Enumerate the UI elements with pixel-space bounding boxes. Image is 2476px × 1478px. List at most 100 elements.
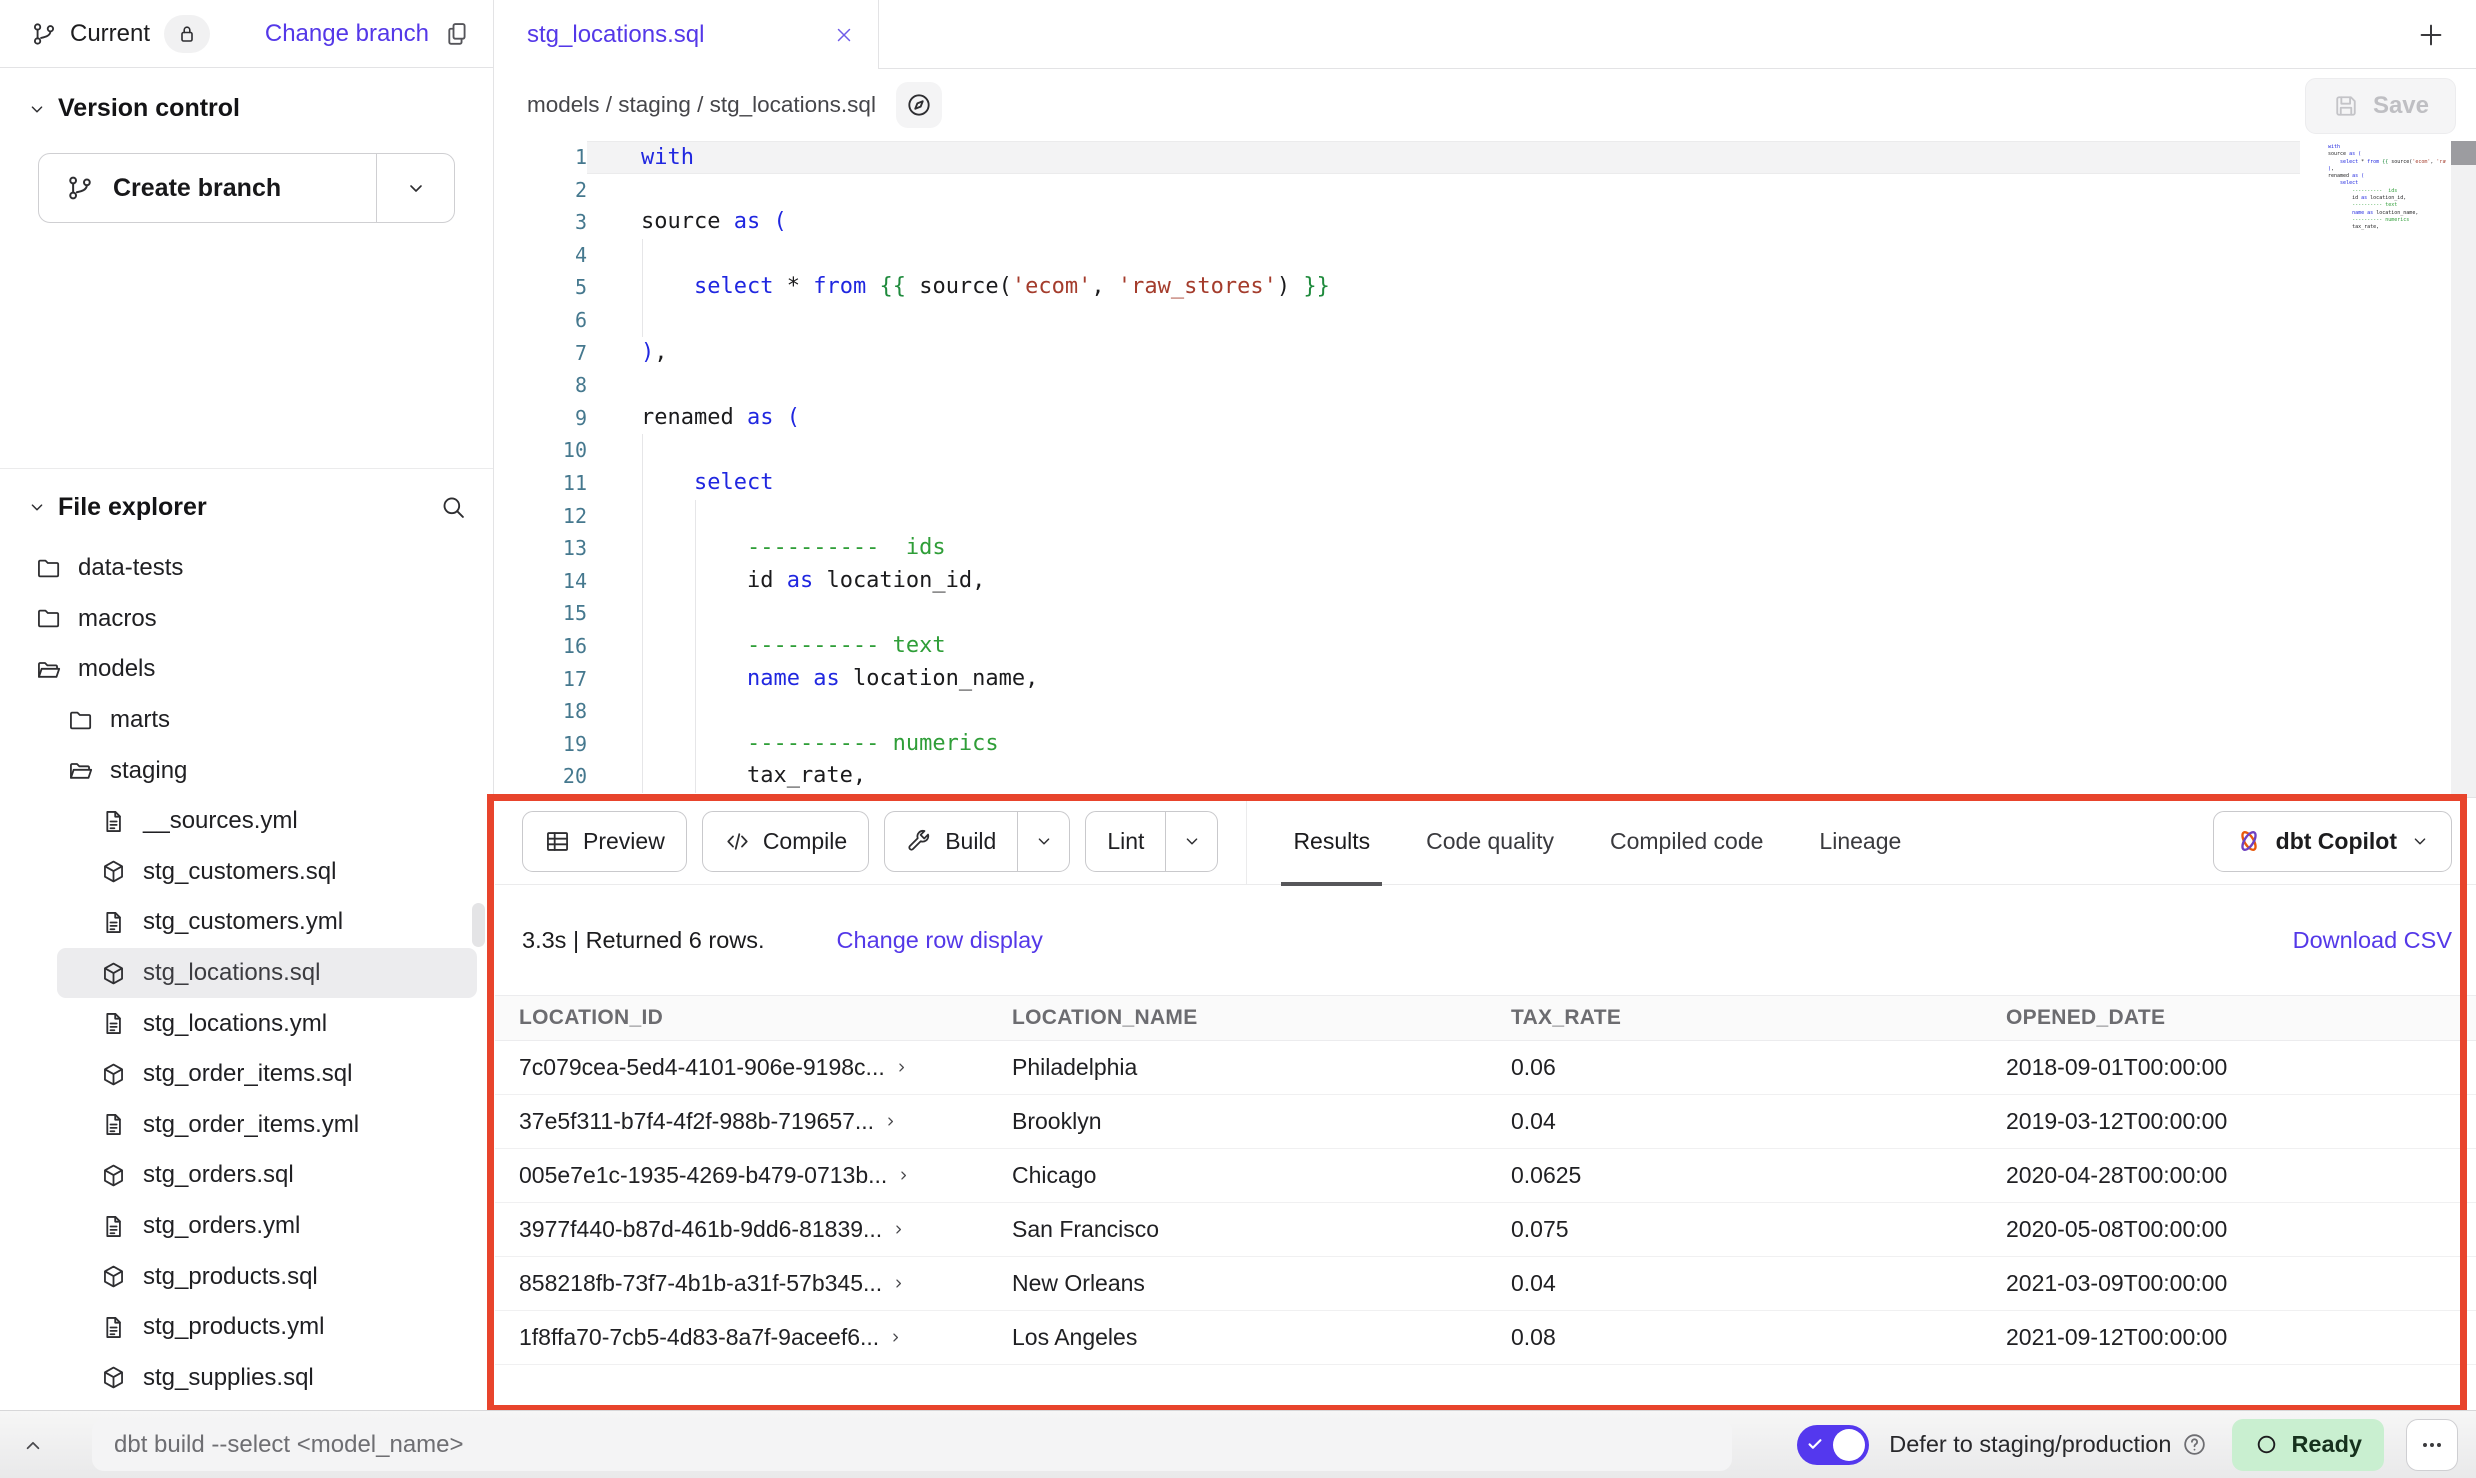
panel-tab-compiled-code[interactable]: Compiled code bbox=[1610, 798, 1763, 885]
new-tab-button[interactable] bbox=[2412, 16, 2450, 54]
code-line-4: 4 bbox=[495, 239, 2476, 272]
ready-status-badge[interactable]: Ready bbox=[2232, 1419, 2384, 1471]
file-tree-item-stg-orders-sql[interactable]: stg_orders.sql bbox=[0, 1150, 489, 1201]
compile-button[interactable]: Compile bbox=[702, 811, 869, 872]
file-name: stg_products.sql bbox=[143, 1263, 318, 1291]
save-button[interactable]: Save bbox=[2305, 78, 2456, 134]
tab-stg-locations-sql[interactable]: stg_locations.sql bbox=[495, 0, 879, 69]
create-branch-button[interactable]: Create branch bbox=[38, 153, 455, 223]
create-branch-dropdown[interactable] bbox=[376, 154, 454, 222]
code-line-10: 10 bbox=[495, 434, 2476, 467]
minimap-line: select bbox=[2328, 180, 2446, 187]
code-text bbox=[587, 597, 2300, 630]
file-tree-item-stg-order-items-yml[interactable]: stg_order_items.yml bbox=[0, 1100, 489, 1151]
git-branch-icon bbox=[65, 173, 95, 203]
cell-opened-date: 2020-05-08T00:00:00 bbox=[1982, 1216, 2476, 1243]
code-text: ---------- numerics bbox=[587, 728, 2300, 761]
panel-tab-lineage[interactable]: Lineage bbox=[1819, 798, 1901, 885]
sidebar: Current Change branch Version control Cr… bbox=[0, 0, 494, 1410]
table-row[interactable]: 1f8ffa70-7cb5-4d83-8a7f-9aceef6...Los An… bbox=[495, 1311, 2476, 1365]
close-icon[interactable] bbox=[832, 23, 856, 47]
code-lines: 1with23source as (45 select * from {{ so… bbox=[495, 141, 2476, 797]
file-tree-item-stg-order-items-sql[interactable]: stg_order_items.sql bbox=[0, 1049, 489, 1100]
code-line-7: 7), bbox=[495, 337, 2476, 370]
expand-chevron-icon[interactable] bbox=[883, 1114, 898, 1129]
dbt-copilot-label: dbt Copilot bbox=[2276, 828, 2397, 855]
file-name: stg_order_items.yml bbox=[143, 1111, 359, 1139]
file-tree-item-marts[interactable]: marts bbox=[0, 695, 489, 746]
file-tree-item-staging[interactable]: staging bbox=[0, 745, 489, 796]
line-number: 6 bbox=[495, 304, 587, 337]
expand-chevron-icon[interactable] bbox=[891, 1276, 906, 1291]
panel-tab-results[interactable]: Results bbox=[1293, 798, 1370, 885]
cell-location-name: San Francisco bbox=[988, 1216, 1487, 1243]
table-row[interactable]: 3977f440-b87d-461b-9dd6-81839...San Fran… bbox=[495, 1203, 2476, 1257]
command-input[interactable] bbox=[92, 1419, 1732, 1471]
panel-tab-code-quality[interactable]: Code quality bbox=[1426, 798, 1554, 885]
preview-button[interactable]: Preview bbox=[522, 811, 687, 872]
sidebar-scrollbar-thumb[interactable] bbox=[472, 903, 485, 947]
expand-chevron-icon[interactable] bbox=[894, 1060, 909, 1075]
build-button[interactable]: Build bbox=[884, 811, 1070, 872]
code-line-15: 15 bbox=[495, 597, 2476, 630]
code-line-16: 16 ---------- text bbox=[495, 630, 2476, 663]
search-icon[interactable] bbox=[439, 493, 467, 521]
code-editor[interactable]: 1with23source as (45 select * from {{ so… bbox=[495, 141, 2476, 797]
code-line-20: 20 tax_rate, bbox=[495, 760, 2476, 793]
file-tree-item-macros[interactable]: macros bbox=[0, 594, 489, 645]
table-row[interactable]: 37e5f311-b7f4-4f2f-988b-719657...Brookly… bbox=[495, 1095, 2476, 1149]
file-tree-item-stg-orders-yml[interactable]: stg_orders.yml bbox=[0, 1201, 489, 1252]
file-tree-item-stg-supplies-sql[interactable]: stg_supplies.sql bbox=[0, 1353, 489, 1404]
file-tree-item--sources-yml[interactable]: __sources.yml bbox=[0, 796, 489, 847]
file-tree-item-stg-locations-yml[interactable]: stg_locations.yml bbox=[0, 998, 489, 1049]
expand-chevron-icon[interactable] bbox=[888, 1330, 903, 1345]
more-options-button[interactable] bbox=[2406, 1419, 2458, 1471]
file-tree-item-stg-locations-sql[interactable]: stg_locations.sql bbox=[57, 948, 477, 999]
file-tree-item-data-tests[interactable]: data-tests bbox=[0, 543, 489, 594]
file-tree-item-stg-products-yml[interactable]: stg_products.yml bbox=[0, 1302, 489, 1353]
status-bar-right: Defer to staging/production Ready bbox=[1797, 1419, 2476, 1471]
code-line-11: 11 select bbox=[495, 467, 2476, 500]
save-icon bbox=[2332, 92, 2360, 120]
file-tree-item-stg-customers-yml[interactable]: stg_customers.yml bbox=[0, 897, 489, 948]
cell-location-id: 7c079cea-5ed4-4101-906e-9198c... bbox=[519, 1054, 885, 1081]
expand-chevron-icon[interactable] bbox=[891, 1222, 906, 1237]
editor-scrollbar[interactable] bbox=[2451, 141, 2476, 797]
help-icon[interactable] bbox=[2181, 1431, 2208, 1458]
file-explorer-header[interactable]: File explorer bbox=[0, 482, 493, 532]
cell-opened-date: 2021-03-09T00:00:00 bbox=[1982, 1270, 2476, 1297]
dbt-copilot-button[interactable]: dbt Copilot bbox=[2213, 811, 2452, 872]
check-icon bbox=[1805, 1434, 1825, 1454]
editor-minimap[interactable]: withsource as ( select * from {{ source(… bbox=[2328, 144, 2446, 232]
line-number: 16 bbox=[495, 630, 587, 663]
lineage-compass-button[interactable] bbox=[896, 82, 942, 128]
table-row[interactable]: 005e7e1c-1935-4269-b479-0713b...Chicago0… bbox=[495, 1149, 2476, 1203]
build-dropdown[interactable] bbox=[1017, 812, 1069, 871]
section-divider bbox=[0, 468, 493, 469]
lint-dropdown[interactable] bbox=[1165, 812, 1217, 871]
status-bar: Defer to staging/production Ready bbox=[0, 1410, 2476, 1478]
collapse-panel-button[interactable] bbox=[0, 1432, 66, 1458]
line-number: 3 bbox=[495, 206, 587, 239]
lint-button[interactable]: Lint bbox=[1085, 811, 1218, 872]
results-table-header: LOCATION_IDLOCATION_NAMETAX_RATEOPENED_D… bbox=[495, 995, 2476, 1041]
expand-chevron-icon[interactable] bbox=[896, 1168, 911, 1183]
table-row[interactable]: 7c079cea-5ed4-4101-906e-9198c...Philadel… bbox=[495, 1041, 2476, 1095]
change-row-display-link[interactable]: Change row display bbox=[837, 927, 1043, 954]
defer-toggle[interactable] bbox=[1797, 1425, 1869, 1465]
file-tree-item-stg-customers-sql[interactable]: stg_customers.sql bbox=[0, 847, 489, 898]
code-text: renamed as ( bbox=[587, 402, 2300, 435]
file-tree-item-models[interactable]: models bbox=[0, 644, 489, 695]
change-branch-link[interactable]: Change branch bbox=[265, 20, 429, 48]
file-tree-item-stg-products-sql[interactable]: stg_products.sql bbox=[0, 1251, 489, 1302]
table-row[interactable]: 858218fb-73f7-4b1b-a31f-57b345...New Orl… bbox=[495, 1257, 2476, 1311]
editor-scrollbar-thumb[interactable] bbox=[2451, 141, 2476, 165]
ready-label: Ready bbox=[2291, 1431, 2362, 1458]
minimap-line: name as location_name, bbox=[2328, 210, 2446, 217]
version-control-header[interactable]: Version control bbox=[0, 94, 493, 123]
code-text: ---------- ids bbox=[587, 532, 2300, 565]
download-csv-link[interactable]: Download CSV bbox=[2293, 927, 2452, 954]
build-label: Build bbox=[945, 828, 996, 855]
code-text: select bbox=[587, 467, 2300, 500]
copy-branch-icon[interactable] bbox=[443, 20, 471, 48]
